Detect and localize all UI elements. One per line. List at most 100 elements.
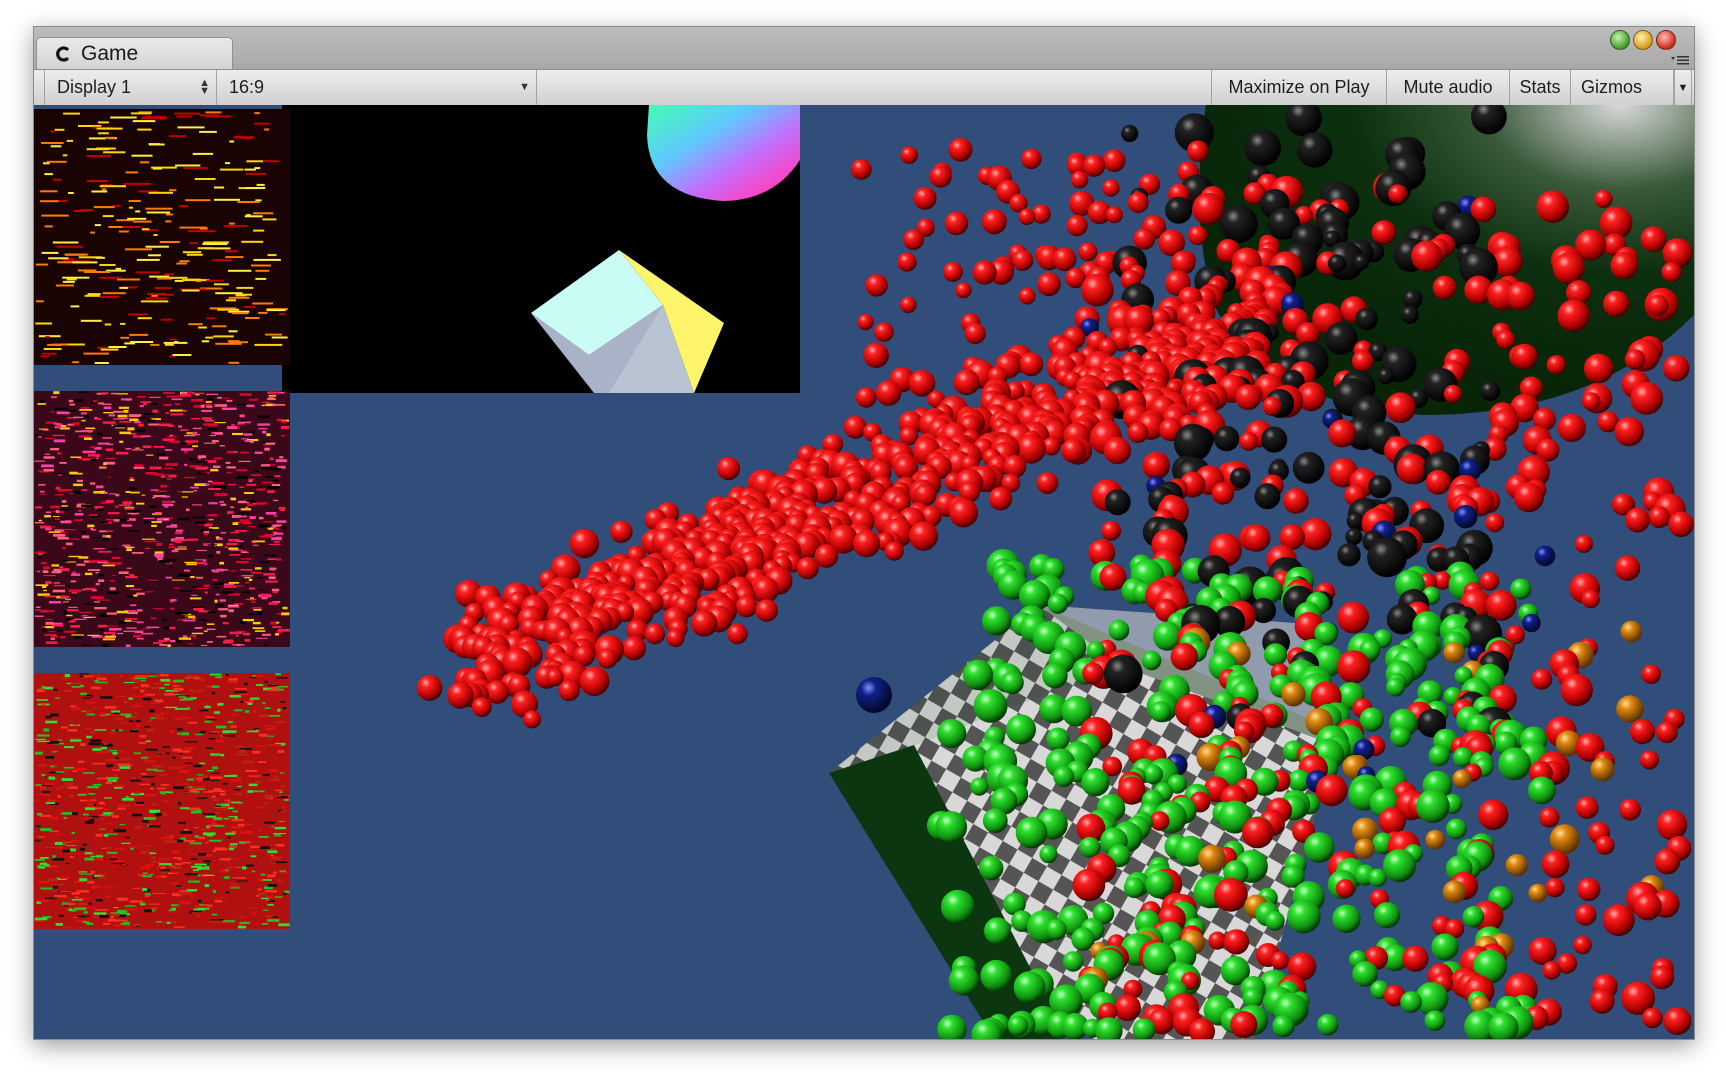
- particle-sphere: [1424, 1010, 1446, 1031]
- particle-sphere: [558, 679, 580, 702]
- window-zoom-button[interactable]: [1610, 30, 1630, 50]
- window-minimize-button[interactable]: [1633, 30, 1653, 50]
- particle-sphere: [900, 296, 917, 314]
- display-select[interactable]: Display 1 ▲ ▼: [44, 70, 217, 105]
- particle-sphere: [1324, 322, 1358, 355]
- particle-sphere: [1549, 824, 1580, 854]
- particle-sphere: [1642, 1007, 1663, 1029]
- particle-sphere: [1235, 384, 1262, 411]
- particle-sphere: [1581, 589, 1600, 609]
- particle-sphere: [1650, 965, 1675, 990]
- particle-sphere: [1582, 392, 1601, 411]
- particle-sphere: [1121, 124, 1139, 143]
- particle-sphere: [1337, 650, 1371, 684]
- particle-sphere: [1019, 352, 1044, 377]
- tab-game[interactable]: Game: [36, 37, 233, 70]
- particle-sphere: [1386, 677, 1405, 697]
- particle-sphere: [1078, 242, 1098, 262]
- particle-sphere: [1081, 768, 1110, 797]
- particle-sphere: [1383, 849, 1416, 883]
- particle-sphere: [1661, 262, 1682, 283]
- particle-sphere: [1594, 189, 1613, 209]
- gizmos-label: Gizmos: [1581, 77, 1643, 97]
- particle-sphere: [1007, 1015, 1029, 1036]
- particle-sphere: [1355, 307, 1379, 331]
- particle-sphere: [1187, 140, 1209, 162]
- particle-sphere: [1292, 451, 1325, 484]
- particle-sphere: [979, 856, 1004, 881]
- particle-sphere: [1633, 892, 1662, 921]
- particle-sphere: [1511, 343, 1538, 370]
- particle-sphere: [1625, 507, 1650, 533]
- particle-sphere: [1614, 555, 1641, 581]
- particle-sphere: [973, 689, 1008, 723]
- game-viewport[interactable]: [34, 105, 1694, 1039]
- particle-sphere: [949, 498, 979, 528]
- mute-audio-toggle[interactable]: Mute audio: [1387, 70, 1510, 105]
- tab-menu-icon[interactable]: [1670, 53, 1692, 67]
- particle-sphere: [1108, 619, 1130, 641]
- particle-sphere: [1082, 154, 1106, 177]
- window-close-button[interactable]: [1656, 30, 1676, 50]
- particle-sphere: [1590, 757, 1615, 782]
- particle-sphere: [1431, 933, 1459, 961]
- particle-sphere: [579, 666, 610, 696]
- particle-sphere: [796, 556, 819, 580]
- particle-sphere: [1411, 240, 1443, 272]
- aspect-ratio-select[interactable]: 16:9 ▼: [217, 70, 537, 105]
- particle-sphere: [1173, 423, 1212, 462]
- gizmos-dropdown[interactable]: ▼: [1674, 70, 1692, 105]
- particle-sphere: [1170, 642, 1199, 671]
- particle-sphere: [953, 369, 980, 396]
- particle-sphere: [1144, 454, 1169, 479]
- particle-sphere: [1528, 776, 1556, 805]
- particle-sphere: [1589, 988, 1615, 1014]
- particle-sphere: [1442, 880, 1466, 904]
- game-scene: [34, 105, 1694, 1039]
- particle-sphere: [1614, 416, 1644, 447]
- particle-sphere: [970, 777, 989, 796]
- particle-sphere: [1656, 809, 1688, 841]
- particle-sphere: [955, 282, 972, 299]
- particle-sphere: [1573, 935, 1592, 955]
- particle-sphere: [1254, 483, 1281, 510]
- particle-sphere: [1619, 798, 1641, 821]
- particle-sphere: [935, 811, 968, 843]
- particle-sphere: [1328, 419, 1357, 448]
- particle-sphere: [984, 917, 1011, 945]
- maximize-on-play-toggle[interactable]: Maximize on Play: [1211, 70, 1387, 105]
- particle-sphere: [1080, 273, 1114, 307]
- particle-sphere: [1188, 225, 1208, 246]
- stats-toggle[interactable]: Stats: [1510, 70, 1571, 105]
- particle-sphere: [900, 146, 918, 164]
- particle-sphere: [908, 521, 939, 551]
- particle-sphere: [569, 528, 600, 559]
- stats-label: Stats: [1519, 77, 1561, 97]
- particle-sphere: [1192, 192, 1225, 225]
- particle-sphere: [1668, 511, 1694, 537]
- particle-sphere: [937, 718, 967, 749]
- particle-sphere: [1303, 832, 1335, 863]
- particle-sphere: [1105, 206, 1123, 224]
- particle-sphere: [1462, 906, 1485, 928]
- particle-sphere: [1496, 330, 1516, 350]
- particle-sphere: [1454, 505, 1478, 529]
- particle-sphere: [1052, 247, 1077, 272]
- particle-sphere: [1150, 701, 1172, 723]
- particle-sphere: [857, 314, 874, 331]
- gizmos-button[interactable]: Gizmos: [1571, 70, 1674, 105]
- particle-sphere: [1261, 426, 1288, 453]
- particle-sphere: [610, 520, 633, 543]
- particle-sphere: [1396, 453, 1428, 485]
- particle-sphere: [1230, 1011, 1258, 1039]
- particle-sphere: [1061, 438, 1086, 463]
- particle-sphere: [523, 710, 542, 729]
- particle-sphere: [752, 576, 779, 604]
- particle-sphere: [1522, 613, 1541, 633]
- particle-sphere: [897, 252, 917, 272]
- particle-sphere: [982, 808, 1008, 834]
- noise-texture-preview-1: [34, 109, 290, 365]
- particle-sphere: [1262, 396, 1282, 416]
- particle-sphere: [1536, 190, 1569, 223]
- particle-sphere: [1583, 353, 1614, 384]
